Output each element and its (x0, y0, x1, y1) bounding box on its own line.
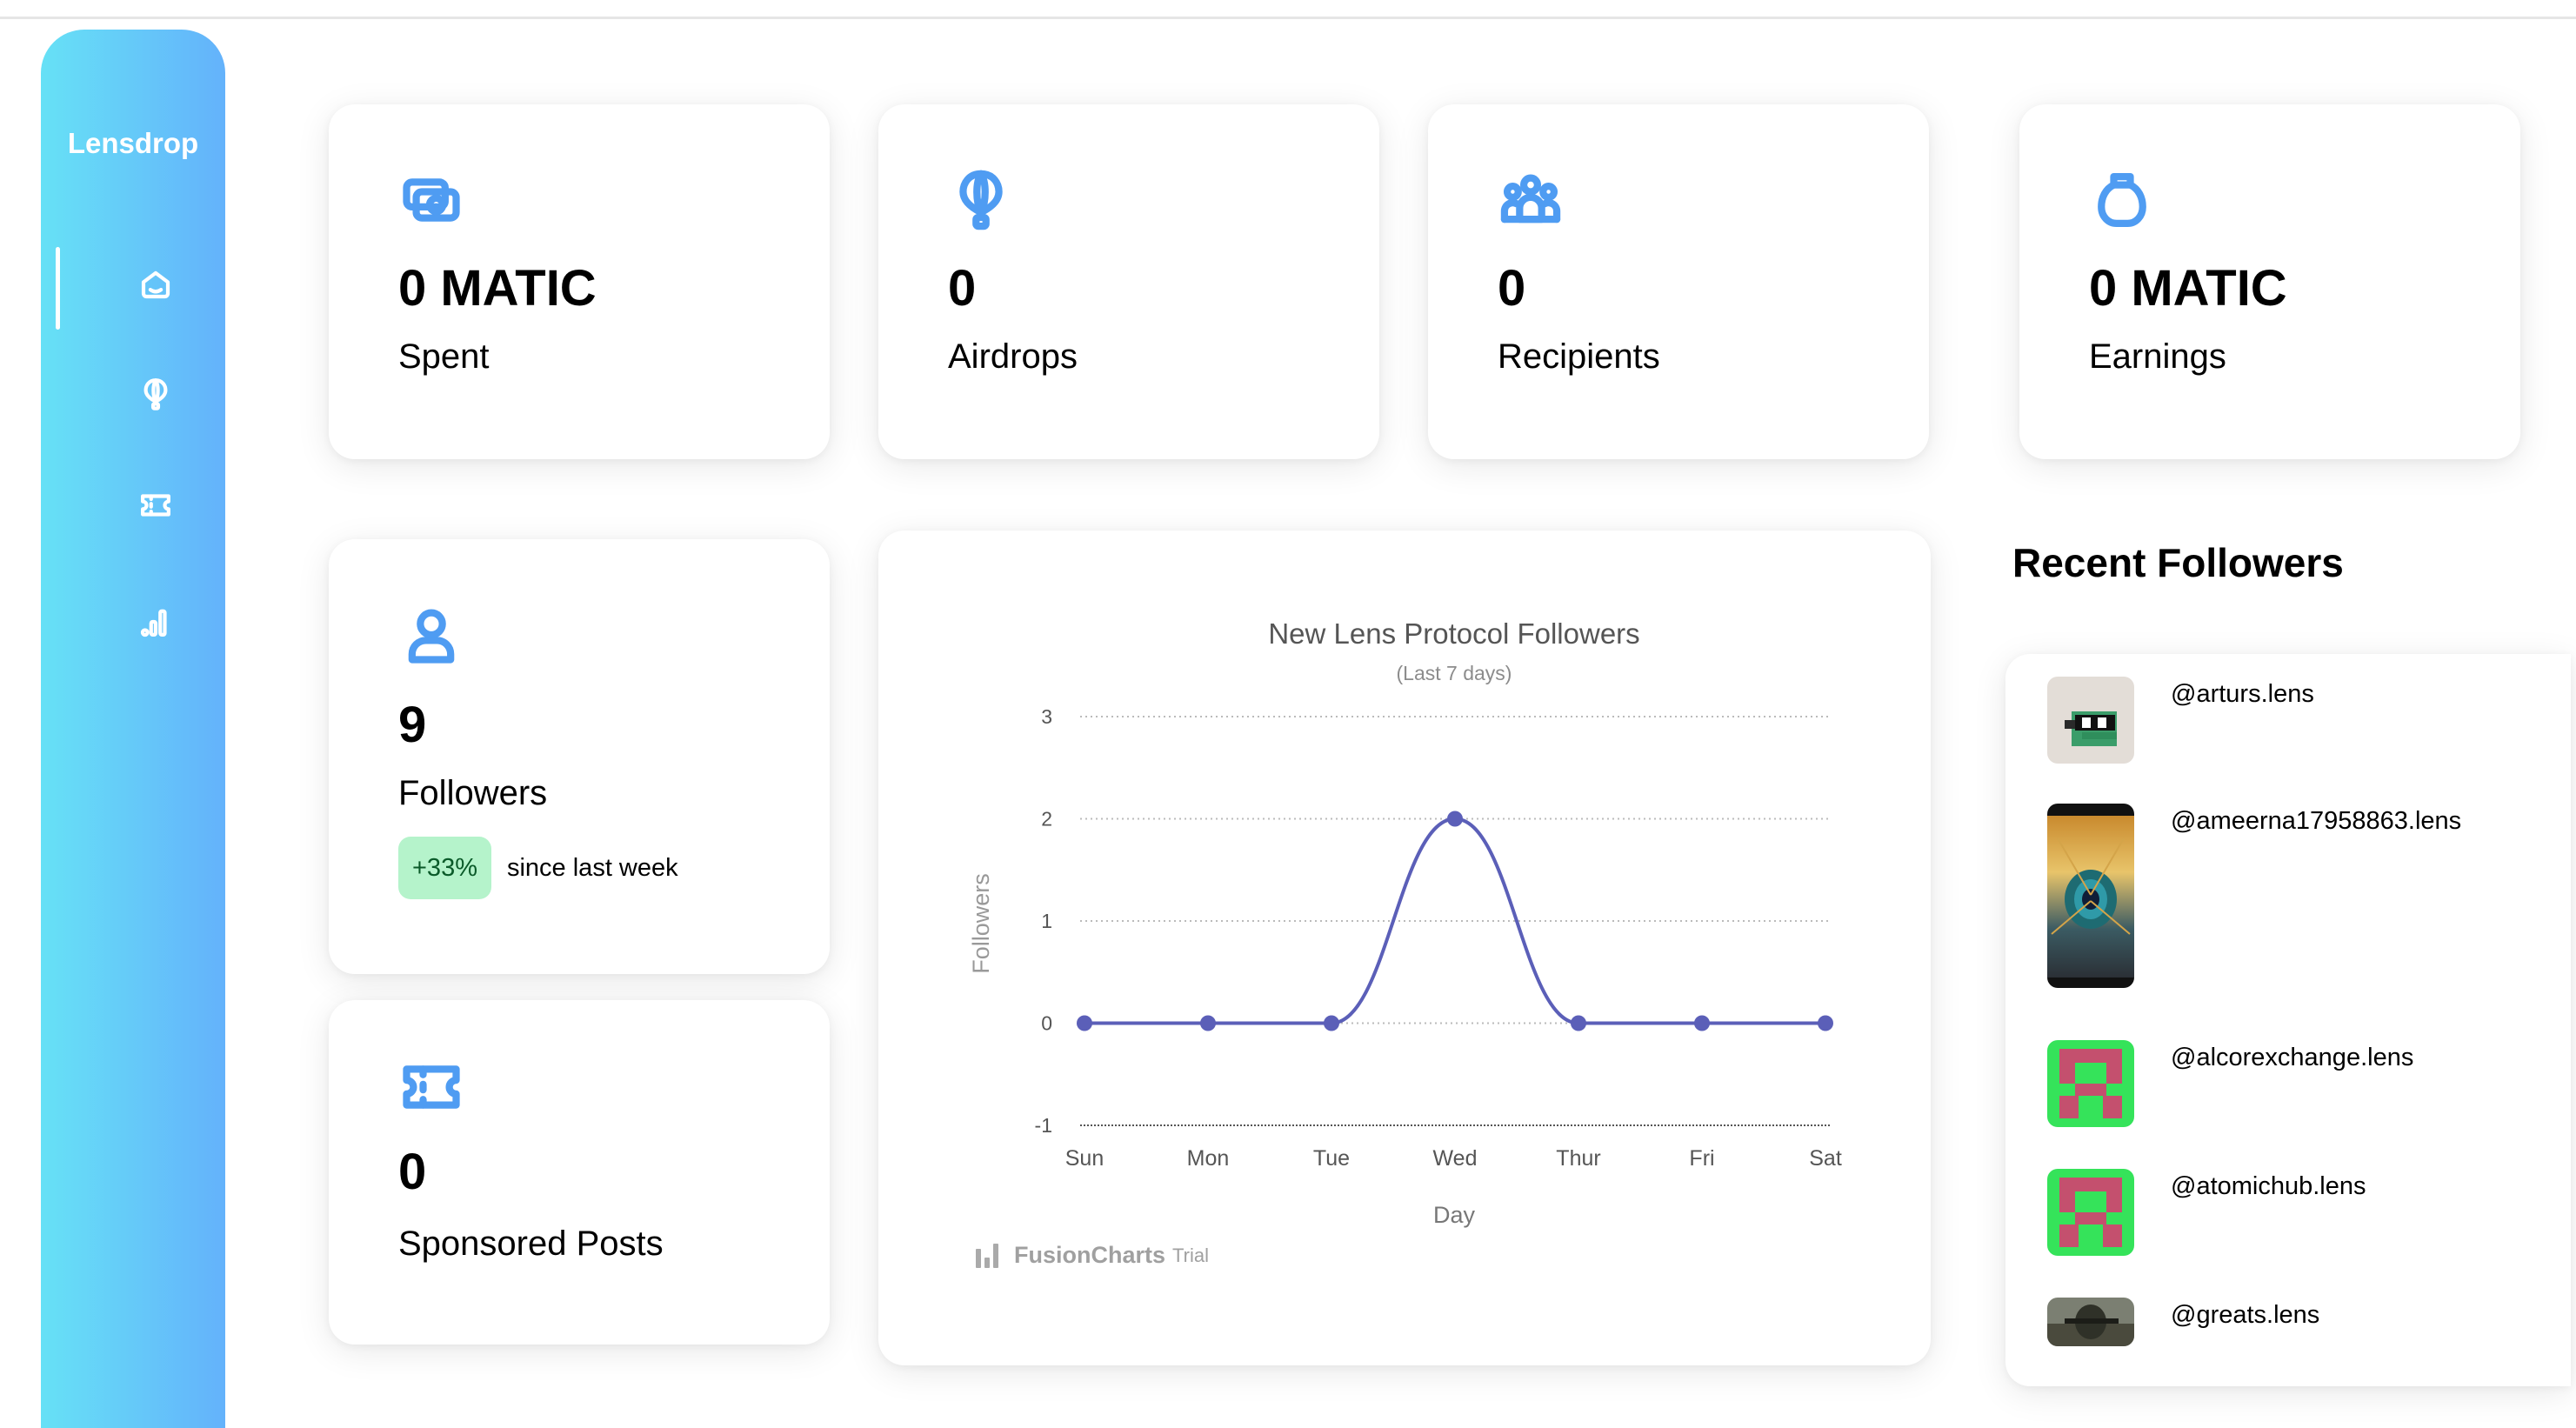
spent-card: 0 MATIC Spent (329, 104, 830, 459)
fusioncharts-logo-icon (976, 1243, 1002, 1268)
x-tick-label: Wed (1433, 1146, 1478, 1171)
followers-chart-card: New Lens Protocol Followers (Last 7 days… (878, 530, 1931, 1365)
followers-line-chart: New Lens Protocol Followers (Last 7 days… (968, 617, 1842, 1228)
sidebar-item-analytics[interactable] (130, 597, 181, 647)
data-point[interactable] (1571, 1015, 1586, 1031)
recent-followers-title: Recent Followers (2012, 540, 2344, 585)
balloon-icon (948, 167, 1014, 233)
followers-delta: +33% since last week (398, 837, 678, 899)
x-tick-label: Tue (1313, 1146, 1350, 1171)
follower-handle[interactable]: @atomichub.lens (2171, 1172, 2366, 1201)
list-item[interactable]: @ameerna17958863.lens (2047, 804, 2461, 988)
sidebar: Lensdrop (41, 30, 225, 1428)
follower-handle[interactable]: @arturs.lens (2171, 680, 2314, 709)
brand-logo[interactable]: Lensdrop (41, 127, 225, 160)
ticket-icon (398, 1054, 464, 1120)
x-tick-label: Thur (1556, 1146, 1600, 1171)
x-axis-title: Day (1433, 1202, 1476, 1228)
data-point[interactable] (1818, 1015, 1833, 1031)
sponsored-label: Sponsored Posts (398, 1224, 664, 1263)
airdrops-card: 0 Airdrops (878, 104, 1379, 459)
fusioncharts-watermark: FusionCharts Trial (976, 1242, 1209, 1269)
y-axis-title: Followers (968, 873, 994, 974)
list-item[interactable]: @atomichub.lens (2047, 1169, 2366, 1256)
ticket-icon (141, 494, 170, 517)
y-tick-label: 0 (1041, 1012, 1052, 1035)
user-icon (398, 602, 464, 668)
watermark-name: FusionCharts (1014, 1242, 1166, 1268)
active-nav-indicator (56, 247, 60, 330)
spent-label: Spent (398, 337, 490, 376)
x-tick-label: Mon (1187, 1146, 1230, 1171)
avatar (2047, 1169, 2134, 1256)
list-item[interactable]: @arturs.lens (2047, 677, 2314, 764)
bar-chart-icon (140, 609, 167, 637)
data-point[interactable] (1200, 1015, 1216, 1031)
sponsored-posts-card: 0 Sponsored Posts (329, 1000, 830, 1345)
data-point[interactable] (1077, 1015, 1092, 1031)
chart-title: New Lens Protocol Followers (1268, 617, 1639, 650)
delta-text: since last week (506, 853, 678, 882)
y-tick-label: 2 (1041, 808, 1052, 831)
money-icon (398, 167, 464, 233)
money-bag-icon (2089, 167, 2155, 233)
spent-value: 0 MATIC (398, 260, 597, 317)
sponsored-value: 0 (398, 1144, 427, 1200)
y-tick-label: 1 (1041, 910, 1052, 932)
avatar (2047, 1298, 2134, 1346)
airdrops-value: 0 (948, 260, 977, 317)
x-tick-label: Sat (1809, 1146, 1842, 1171)
avatar (2047, 804, 2134, 988)
list-item[interactable]: @alcorexchange.lens (2047, 1040, 2413, 1127)
x-tick-label: Fri (1689, 1146, 1714, 1171)
data-point[interactable] (1324, 1015, 1339, 1031)
data-point[interactable] (1447, 811, 1463, 827)
sidebar-item-home[interactable] (130, 259, 181, 310)
home-icon (141, 270, 170, 299)
users-group-icon (1498, 167, 1564, 233)
sidebar-item-airdrops[interactable] (130, 369, 181, 419)
delta-badge: +33% (398, 837, 491, 899)
chart-subtitle: (Last 7 days) (1397, 662, 1512, 684)
data-point[interactable] (1694, 1015, 1710, 1031)
follower-handle[interactable]: @greats.lens (2171, 1301, 2319, 1330)
y-tick-label: 3 (1041, 705, 1052, 728)
sidebar-item-sponsored[interactable] (130, 480, 181, 530)
y-tick-label: -1 (1035, 1114, 1052, 1137)
followers-value: 9 (398, 697, 427, 753)
balloon-icon (143, 378, 168, 410)
recipients-card: 0 Recipients (1428, 104, 1929, 459)
earnings-label: Earnings (2089, 337, 2226, 376)
recent-followers-list: @arturs.lens @ameerna17958863.lens @alco… (2005, 654, 2571, 1386)
x-tick-label: Sun (1065, 1146, 1104, 1171)
airdrops-label: Airdrops (948, 337, 1078, 376)
earnings-value: 0 MATIC (2089, 260, 2287, 317)
list-item[interactable]: @greats.lens (2047, 1298, 2319, 1346)
avatar (2047, 1040, 2134, 1127)
top-divider (0, 0, 2576, 19)
recipients-label: Recipients (1498, 337, 1660, 376)
earnings-card: 0 MATIC Earnings (2019, 104, 2520, 459)
recipients-value: 0 (1498, 260, 1526, 317)
followers-label: Followers (398, 774, 548, 812)
follower-handle[interactable]: @alcorexchange.lens (2171, 1044, 2413, 1072)
avatar (2047, 677, 2134, 764)
follower-handle[interactable]: @ameerna17958863.lens (2171, 807, 2461, 836)
followers-card: 9 Followers +33% since last week (329, 539, 830, 974)
watermark-trial: Trial (1172, 1244, 1209, 1266)
